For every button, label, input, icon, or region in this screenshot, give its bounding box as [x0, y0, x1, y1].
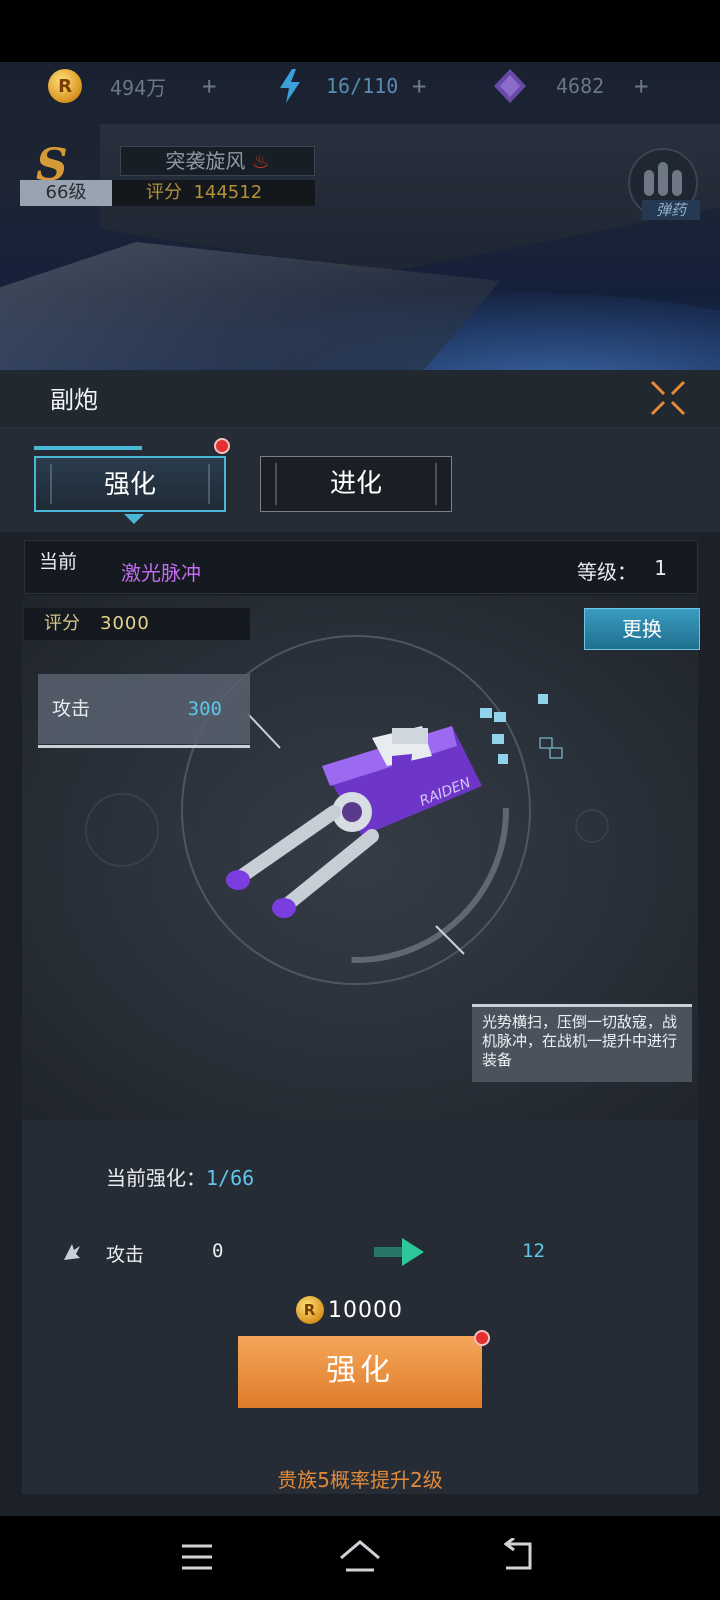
player-score: 评分 144512 — [112, 180, 315, 206]
resource-energy: 16/110 — [278, 68, 398, 104]
noble-bonus-text: 贵族5概率提升2级 — [277, 1468, 443, 1492]
menu-icon[interactable] — [180, 1542, 214, 1572]
level-value: 1 — [654, 556, 667, 580]
rating-label: 评分 — [44, 613, 80, 634]
rating-bar: 评分 3000 — [24, 608, 250, 640]
tab-notification-dot — [214, 438, 230, 454]
laser-pulse-cannon-image: RAIDEN — [226, 726, 482, 918]
current-label: 当前 — [39, 551, 78, 573]
weapon-name: 激光脉冲 — [121, 561, 201, 585]
arrow-right-icon — [374, 1238, 424, 1266]
upgrade-cost: R 10000 — [296, 1296, 403, 1324]
resource-gems: 4682 — [492, 68, 604, 104]
gem-plus-button[interactable]: + — [634, 68, 648, 104]
stat-label: 攻击 — [106, 1244, 145, 1266]
gold-coin-icon: R — [296, 1296, 324, 1324]
panel-titlebar: 副炮 — [0, 370, 720, 428]
ship-name: 突袭旋风 ♨ — [120, 146, 315, 176]
energy-plus-button[interactable]: + — [412, 68, 426, 104]
home-icon[interactable] — [338, 1538, 382, 1574]
player-tag[interactable]: S 突袭旋风 ♨ 66级 评分 144512 — [20, 140, 315, 206]
attack-label: 攻击 — [52, 698, 91, 720]
level-label: 等级： — [577, 560, 637, 584]
stat-to: 12 — [522, 1240, 545, 1262]
attack-value: 300 — [187, 698, 222, 720]
tab-evolve[interactable]: 进化 — [260, 456, 452, 512]
lightning-energy-icon — [280, 69, 300, 103]
tab-enhance[interactable]: 强化 — [34, 456, 226, 524]
player-level: 66级 — [20, 180, 112, 206]
energy-value: 16/110 — [326, 74, 399, 98]
ammo-label: 弹药 — [642, 200, 700, 220]
active-tab-indicator — [34, 446, 142, 450]
enhance-notification-dot — [474, 1330, 490, 1346]
attack-icon — [64, 1244, 80, 1260]
enhance-progress: 当前强化：1/66 — [106, 1166, 255, 1190]
weapon-panel: 副炮 强化 进化 当前 激光脉冲 等级： 1 RAIDEN 评分 3000 更换… — [0, 370, 720, 1516]
hero-background — [0, 62, 720, 372]
rating-value: 3000 — [100, 613, 150, 634]
panel-title: 副炮 — [50, 386, 98, 414]
tab-pointer — [124, 514, 144, 524]
gold-value: 494万 — [110, 75, 167, 100]
gold-coin-icon: R — [48, 69, 82, 103]
enhance-button[interactable]: 强化 — [238, 1336, 482, 1408]
resource-gold: R 494万 — [48, 68, 166, 104]
ammo-button[interactable]: 弹药 — [628, 148, 700, 220]
purple-gem-icon — [494, 69, 526, 103]
attack-stat-card: 攻击 300 — [38, 674, 250, 748]
stat-upgrade-row: 攻击 0 12 — [62, 1232, 682, 1272]
status-bar — [0, 0, 720, 62]
swap-button[interactable]: 更换 — [584, 608, 700, 650]
weapon-description: 光势横扫，压倒一切敌寇，战机脉冲，在战机一提升中进行装备 — [472, 1004, 692, 1082]
flame-icon: ♨ — [251, 149, 270, 173]
gold-plus-button[interactable]: + — [202, 68, 216, 104]
tab-strip: 强化 进化 — [0, 428, 720, 532]
system-nav-bar — [0, 1516, 720, 1600]
gem-value: 4682 — [556, 74, 605, 98]
stat-from: 0 — [212, 1240, 224, 1262]
game-screen: R 494万 + 16/110 + 4682 + S 突袭旋风 ♨ 66级 评分… — [0, 0, 720, 1600]
back-icon[interactable] — [500, 1538, 538, 1574]
close-icon[interactable] — [648, 378, 688, 418]
current-weapon-bar: 当前 激光脉冲 等级： 1 — [24, 540, 698, 594]
